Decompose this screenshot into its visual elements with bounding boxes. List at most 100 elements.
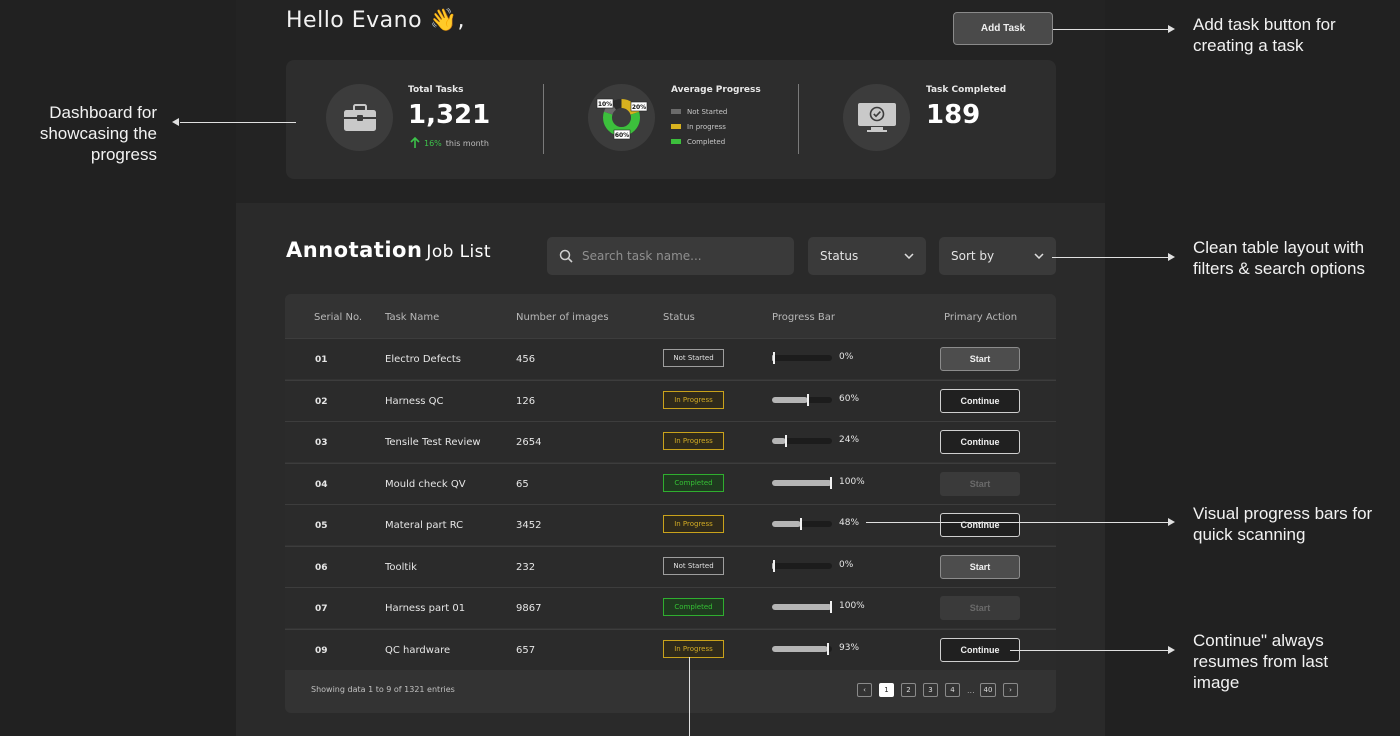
annotation-dashboard: Dashboard for showcasing the progress xyxy=(39,103,157,164)
start-button[interactable]: Start xyxy=(940,347,1020,371)
search-box[interactable] xyxy=(547,237,794,275)
progress-percent: 100% xyxy=(839,477,865,487)
annotation-arrow xyxy=(866,522,1168,523)
average-progress-label: Average Progress xyxy=(671,85,761,95)
progress-percent: 48% xyxy=(839,518,860,528)
serial-cell: 03 xyxy=(315,438,328,448)
job-list-title: Annotation Job List xyxy=(286,238,491,262)
status-badge: Not Started xyxy=(663,557,724,575)
progress-bar-marker xyxy=(773,560,775,572)
image-count-cell: 232 xyxy=(516,562,536,573)
status-filter-label: Status xyxy=(820,249,859,263)
progress-bar xyxy=(772,477,832,489)
progress-legend: Not Started In progress Completed xyxy=(671,104,727,149)
progress-bar-marker xyxy=(807,394,809,406)
status-badge: Completed xyxy=(663,474,724,492)
image-count-cell: 65 xyxy=(516,479,529,490)
annotation-arrow xyxy=(180,122,296,123)
serial-cell: 06 xyxy=(315,563,328,573)
progress-bar-fill xyxy=(772,438,787,444)
image-count-cell: 126 xyxy=(516,396,536,407)
task-name-cell: Tensile Test Review xyxy=(385,437,481,448)
page-button[interactable]: 1 xyxy=(879,683,894,697)
progress-percent: 24% xyxy=(839,435,860,445)
column-header-progress: Progress Bar xyxy=(772,312,835,323)
donut-data-label: 20% xyxy=(630,101,648,112)
monitor-icon-circle xyxy=(843,84,910,151)
progress-bar xyxy=(772,394,832,406)
job-list-title-rest: Job List xyxy=(426,242,491,262)
status-badge: Completed xyxy=(663,598,724,616)
column-header-serial: Serial No. xyxy=(314,312,363,323)
table-row: 02 Harness QC 126 In Progress 60% Continue xyxy=(285,380,1056,421)
task-completed-label: Task Completed xyxy=(926,85,1007,95)
status-badge: In Progress xyxy=(663,640,724,658)
column-header-action: Primary Action xyxy=(944,312,1018,323)
search-input[interactable] xyxy=(582,249,772,263)
task-completed-value: 189 xyxy=(926,100,981,130)
last-page-button[interactable]: 40 xyxy=(980,683,996,697)
stat-divider xyxy=(543,84,544,154)
serial-cell: 04 xyxy=(315,480,328,490)
table-header: Serial No. Task Name Number of images St… xyxy=(285,294,1056,338)
image-count-cell: 2654 xyxy=(516,437,542,448)
page-button[interactable]: 2 xyxy=(901,683,916,697)
continue-button[interactable]: Continue xyxy=(940,638,1020,662)
pagination: ‹ 1 2 3 4 ... 40 › xyxy=(857,683,1018,697)
table-row: 04 Mould check QV 65 Completed 100% Start xyxy=(285,463,1056,504)
task-name-cell: QC hardware xyxy=(385,645,451,656)
task-name-cell: Electro Defects xyxy=(385,354,462,365)
job-table: Serial No. Task Name Number of images St… xyxy=(285,294,1056,713)
pagination-ellipsis: ... xyxy=(967,685,975,695)
arrow-head-icon xyxy=(1168,253,1175,261)
continue-button[interactable]: Continue xyxy=(940,513,1020,537)
progress-bar-fill xyxy=(772,604,832,610)
status-badge: In Progress xyxy=(663,432,724,450)
task-name-cell: Mould check QV xyxy=(385,479,466,490)
next-page-button[interactable]: › xyxy=(1003,683,1018,697)
task-name-cell: Tooltik xyxy=(385,562,417,573)
annotation-arrow xyxy=(1052,257,1168,258)
donut-label-text: 20% xyxy=(632,104,646,111)
progress-bar xyxy=(772,601,832,613)
table-row: 07 Harness part 01 9867 Completed 100% Start xyxy=(285,587,1056,628)
add-task-button[interactable]: Add Task xyxy=(953,12,1053,45)
arrow-head-icon xyxy=(1168,25,1175,33)
status-badge: In Progress xyxy=(663,515,724,533)
page-button[interactable]: 3 xyxy=(923,683,938,697)
briefcase-icon xyxy=(343,103,376,131)
serial-cell: 09 xyxy=(315,646,328,656)
annotation-table: Clean table layout with filters & search… xyxy=(1193,238,1365,278)
serial-cell: 07 xyxy=(315,604,328,614)
legend-label: Not Started xyxy=(687,107,728,116)
arrow-head-icon xyxy=(1168,646,1175,654)
annotation-connector xyxy=(689,657,690,736)
continue-button[interactable]: Continue xyxy=(940,389,1020,413)
annotation-continue: Continue" always resumes from last image xyxy=(1193,631,1329,692)
progress-bar-fill xyxy=(772,646,828,652)
donut-data-label: 60% xyxy=(613,129,631,140)
table-row: 05 Materal part RC 3452 In Progress 48% Conti… xyxy=(285,504,1056,545)
task-name-cell: Harness part 01 xyxy=(385,603,466,614)
arrow-head-icon xyxy=(172,118,179,126)
continue-button[interactable]: Continue xyxy=(940,430,1020,454)
start-button[interactable]: Start xyxy=(940,596,1020,620)
trend-suffix: this month xyxy=(445,138,489,148)
donut-data-label: 10% xyxy=(596,98,614,109)
average-progress-donut: 10% 20% 60% xyxy=(596,98,648,140)
chevron-down-icon xyxy=(904,253,914,259)
total-tasks-value: 1,321 xyxy=(408,100,491,130)
total-tasks-trend: 16% this month xyxy=(410,137,489,149)
progress-bar-marker xyxy=(785,435,788,447)
sort-by-dropdown[interactable]: Sort by xyxy=(939,237,1056,275)
page-button[interactable]: 4 xyxy=(945,683,960,697)
prev-page-button[interactable]: ‹ xyxy=(857,683,872,697)
progress-percent: 0% xyxy=(839,560,854,570)
status-filter-dropdown[interactable]: Status xyxy=(808,237,926,275)
total-tasks-label: Total Tasks xyxy=(408,85,464,95)
donut-label-text: 60% xyxy=(615,132,629,139)
column-header-images: Number of images xyxy=(516,312,609,323)
task-name-cell: Materal part RC xyxy=(385,520,464,531)
start-button[interactable]: Start xyxy=(940,472,1020,496)
start-button[interactable]: Start xyxy=(940,555,1020,579)
